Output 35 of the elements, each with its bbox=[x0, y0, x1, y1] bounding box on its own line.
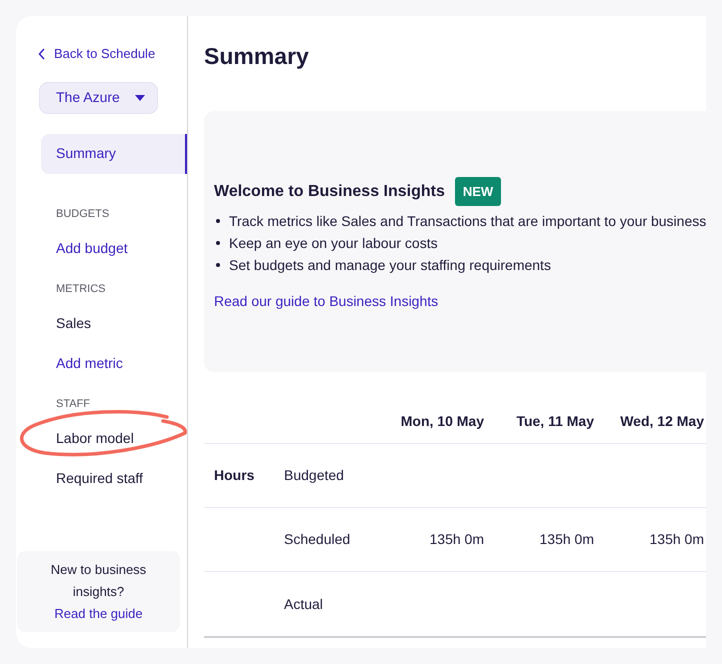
page-title: Summary bbox=[204, 42, 310, 71]
location-dropdown[interactable]: The Azure bbox=[39, 82, 158, 114]
guide-link[interactable]: Read the guide bbox=[54, 602, 143, 624]
table-cell: 135h 0m bbox=[540, 530, 594, 546]
sidebar-item[interactable]: Required staff bbox=[41, 458, 187, 498]
row-group-label: Hours bbox=[214, 466, 254, 482]
bullet-icon bbox=[216, 263, 220, 267]
bullet-text: Track metrics like Sales and Transactions that are important to your business bbox=[229, 212, 706, 231]
row-label: Budgeted bbox=[284, 466, 345, 485]
sidebar-link[interactable]: Add metric bbox=[16, 344, 187, 384]
banner-heading: Welcome to Business Insights bbox=[214, 182, 445, 202]
bullet-icon bbox=[216, 219, 220, 223]
table-cell: 135h 0m bbox=[650, 530, 704, 546]
section-label: BUDGETS bbox=[55, 206, 110, 222]
sidebar-item[interactable]: Labor model bbox=[41, 418, 187, 458]
row-label: Actual bbox=[284, 594, 324, 614]
sidebar-item[interactable]: Summary bbox=[41, 134, 187, 174]
bullet-text: Keep an eye on your labour costs bbox=[229, 234, 438, 253]
chevron-left-icon bbox=[38, 48, 46, 60]
column-header: Mon, 10 May bbox=[400, 412, 484, 431]
section-label: STAFF bbox=[55, 396, 92, 412]
guide-link[interactable]: Read our guide to Business Insights bbox=[214, 291, 438, 312]
sidebar-item[interactable]: Sales bbox=[41, 304, 187, 344]
bullet-icon bbox=[216, 241, 220, 245]
section-label: METRICS bbox=[55, 282, 106, 296]
column-header: Wed, 12 May bbox=[619, 412, 704, 431]
bullet-text: Set budgets and manage your staffing requirements bbox=[229, 256, 551, 275]
caret-down-icon bbox=[135, 94, 145, 100]
sidebar-link[interactable]: Add budget bbox=[16, 228, 187, 268]
new-badge: NEW bbox=[454, 177, 502, 206]
table-cell: 135h 0m bbox=[430, 530, 484, 546]
back-link[interactable]: Back to Schedule bbox=[38, 44, 156, 64]
column-header: Tue, 11 May bbox=[515, 412, 594, 431]
help-text: New to business insights? bbox=[50, 560, 148, 601]
row-label: Scheduled bbox=[284, 530, 352, 549]
